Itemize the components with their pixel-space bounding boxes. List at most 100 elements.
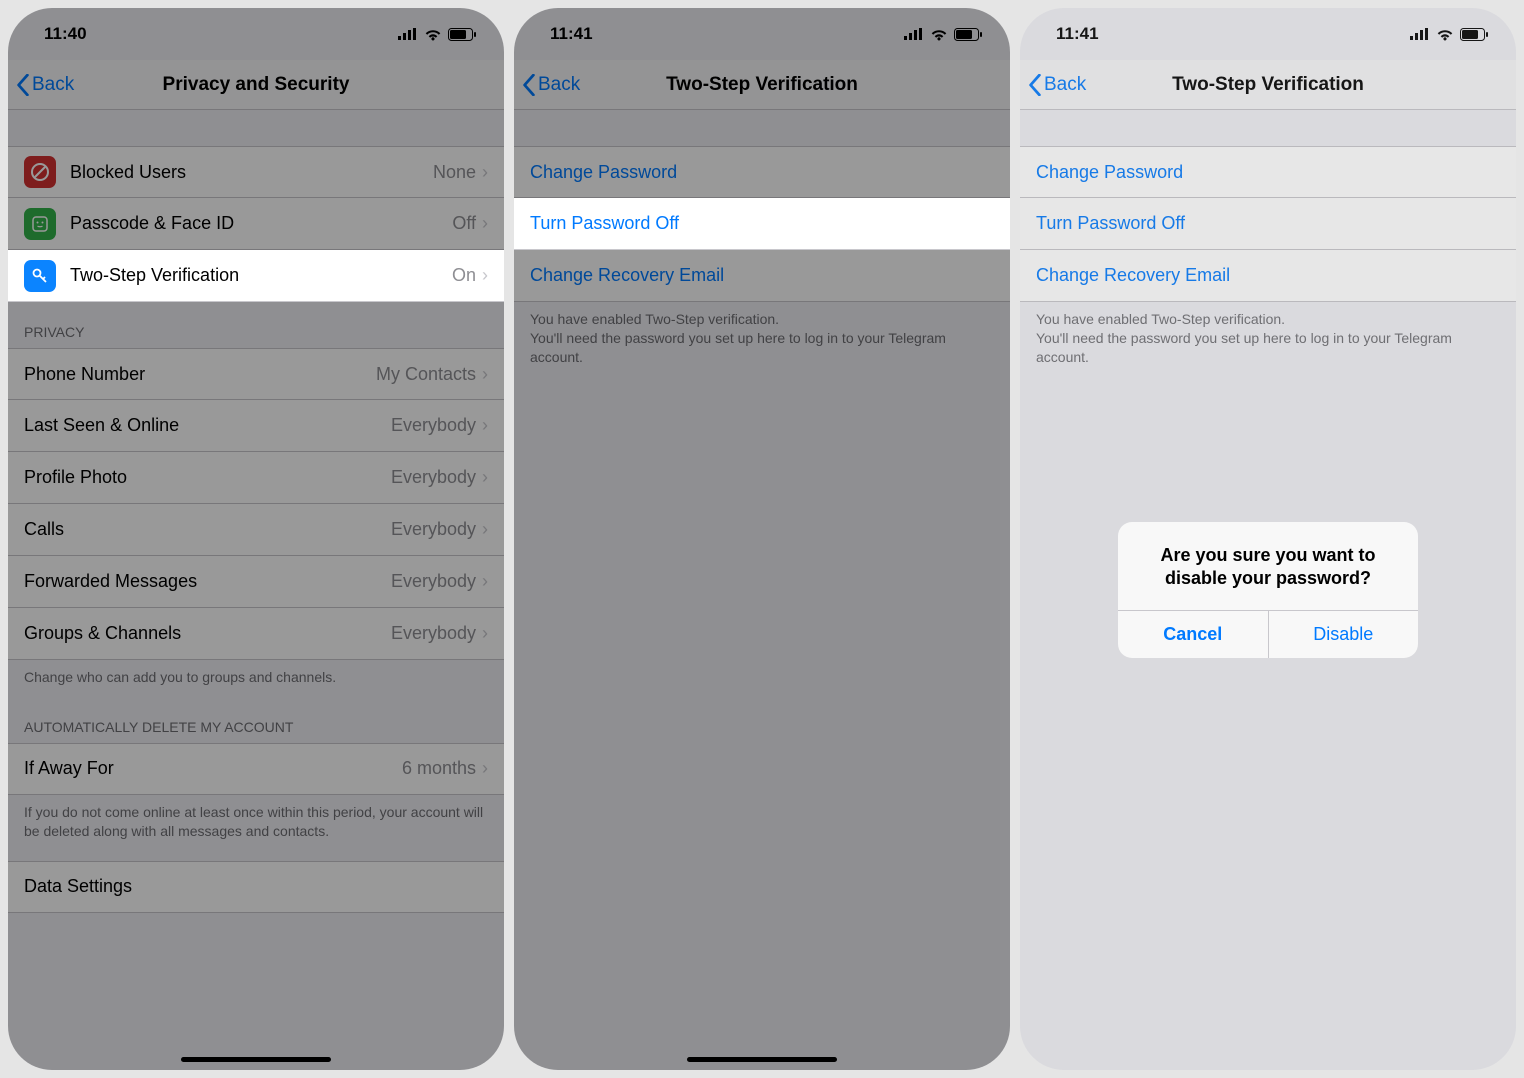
nav-title: Two-Step Verification — [1020, 74, 1516, 96]
home-indicator[interactable] — [687, 1057, 837, 1062]
row-label: Blocked Users — [70, 162, 433, 183]
status-bar: 11:41 — [1020, 8, 1516, 60]
nav-bar: Back Two-Step Verification — [514, 60, 1010, 110]
status-bar: 11:40 — [8, 8, 504, 60]
chevron-left-icon — [16, 74, 30, 96]
autodelete-footer: If you do not come online at least once … — [8, 795, 504, 851]
row-value: My Contacts — [376, 364, 476, 385]
back-button[interactable]: Back — [514, 74, 580, 96]
cellular-icon — [398, 28, 418, 40]
chevron-right-icon: › — [482, 467, 488, 488]
row-phone-number[interactable]: Phone Number My Contacts › — [8, 348, 504, 400]
wifi-icon — [1436, 28, 1454, 41]
chevron-right-icon: › — [482, 415, 488, 436]
screen-privacy-security: 11:40 Back Privacy and Security Blocked … — [8, 8, 504, 1070]
row-two-step-verification[interactable]: Two-Step Verification On › — [8, 250, 504, 302]
privacy-footer: Change who can add you to groups and cha… — [8, 660, 504, 697]
battery-icon — [1460, 28, 1488, 41]
row-passcode-faceid[interactable]: Passcode & Face ID Off › — [8, 198, 504, 250]
back-label: Back — [32, 74, 74, 96]
nav-title: Privacy and Security — [8, 74, 504, 96]
row-value: Everybody — [391, 571, 476, 592]
chevron-left-icon — [1028, 74, 1042, 96]
row-label: Profile Photo — [24, 467, 391, 488]
chevron-right-icon: › — [482, 623, 488, 644]
chevron-right-icon: › — [482, 758, 488, 779]
row-data-settings[interactable]: Data Settings — [8, 861, 504, 913]
row-value: Everybody — [391, 519, 476, 540]
row-value: None — [433, 162, 476, 183]
section-header-privacy: PRIVACY — [8, 302, 504, 348]
row-label: Change Password — [530, 162, 994, 183]
wifi-icon — [424, 28, 442, 41]
content-scroll[interactable]: Change Password Turn Password Off Change… — [1020, 110, 1516, 1070]
back-label: Back — [538, 74, 580, 96]
chevron-right-icon: › — [482, 213, 488, 234]
status-time: 11:40 — [44, 24, 87, 44]
status-indicators — [904, 28, 982, 41]
battery-icon — [954, 28, 982, 41]
chevron-right-icon: › — [482, 519, 488, 540]
row-forwarded-messages[interactable]: Forwarded Messages Everybody › — [8, 556, 504, 608]
row-label: Data Settings — [24, 876, 488, 897]
status-indicators — [398, 28, 476, 41]
row-value: On — [452, 265, 476, 286]
cellular-icon — [904, 28, 924, 40]
row-label: Change Recovery Email — [530, 265, 994, 286]
row-label: If Away For — [24, 758, 402, 779]
chevron-right-icon: › — [482, 364, 488, 385]
row-change-recovery-email[interactable]: Change Recovery Email — [514, 250, 1010, 302]
row-value: Everybody — [391, 623, 476, 644]
screen-two-step-alert: 11:41 Back Two-Step Verification Change … — [1020, 8, 1516, 1070]
row-label: Groups & Channels — [24, 623, 391, 644]
content-scroll[interactable]: Blocked Users None › Passcode & Face ID … — [8, 110, 504, 1070]
row-change-password[interactable]: Change Password — [514, 146, 1010, 198]
blocked-icon — [24, 156, 56, 188]
chevron-right-icon: › — [482, 162, 488, 183]
row-label: Two-Step Verification — [70, 265, 452, 286]
row-last-seen[interactable]: Last Seen & Online Everybody › — [8, 400, 504, 452]
passcode-icon — [24, 208, 56, 240]
row-profile-photo[interactable]: Profile Photo Everybody › — [8, 452, 504, 504]
row-label: Forwarded Messages — [24, 571, 391, 592]
chevron-left-icon — [522, 74, 536, 96]
confirm-alert: Are you sure you want to disable your pa… — [1118, 522, 1418, 659]
back-button[interactable]: Back — [1020, 74, 1086, 96]
row-label: Passcode & Face ID — [70, 213, 452, 234]
row-label: Last Seen & Online — [24, 415, 391, 436]
status-bar: 11:41 — [514, 8, 1010, 60]
alert-title: Are you sure you want to disable your pa… — [1118, 522, 1418, 611]
cellular-icon — [1410, 28, 1430, 40]
chevron-right-icon: › — [482, 265, 488, 286]
wifi-icon — [930, 28, 948, 41]
nav-bar: Back Two-Step Verification — [1020, 60, 1516, 110]
back-button[interactable]: Back — [8, 74, 74, 96]
row-label: Turn Password Off — [530, 213, 994, 234]
content-scroll[interactable]: Change Password Turn Password Off Change… — [514, 110, 1010, 1070]
row-calls[interactable]: Calls Everybody › — [8, 504, 504, 556]
row-blocked-users[interactable]: Blocked Users None › — [8, 146, 504, 198]
alert-buttons: Cancel Disable — [1118, 610, 1418, 658]
battery-icon — [448, 28, 476, 41]
row-turn-password-off[interactable]: Turn Password Off — [514, 198, 1010, 250]
alert-backdrop: Are you sure you want to disable your pa… — [1020, 110, 1516, 1070]
row-value: 6 months — [402, 758, 476, 779]
disable-button[interactable]: Disable — [1269, 611, 1419, 658]
row-label: Calls — [24, 519, 391, 540]
row-groups-channels[interactable]: Groups & Channels Everybody › — [8, 608, 504, 660]
status-time: 11:41 — [550, 24, 593, 44]
nav-title: Two-Step Verification — [514, 74, 1010, 96]
key-icon — [24, 260, 56, 292]
nav-bar: Back Privacy and Security — [8, 60, 504, 110]
status-time: 11:41 — [1056, 24, 1099, 44]
row-label: Phone Number — [24, 364, 376, 385]
back-label: Back — [1044, 74, 1086, 96]
section-header-autodelete: AUTOMATICALLY DELETE MY ACCOUNT — [8, 697, 504, 743]
row-value: Everybody — [391, 467, 476, 488]
home-indicator[interactable] — [181, 1057, 331, 1062]
screen-two-step: 11:41 Back Two-Step Verification Change … — [514, 8, 1010, 1070]
chevron-right-icon: › — [482, 571, 488, 592]
cancel-button[interactable]: Cancel — [1118, 611, 1269, 658]
row-if-away-for[interactable]: If Away For 6 months › — [8, 743, 504, 795]
status-indicators — [1410, 28, 1488, 41]
